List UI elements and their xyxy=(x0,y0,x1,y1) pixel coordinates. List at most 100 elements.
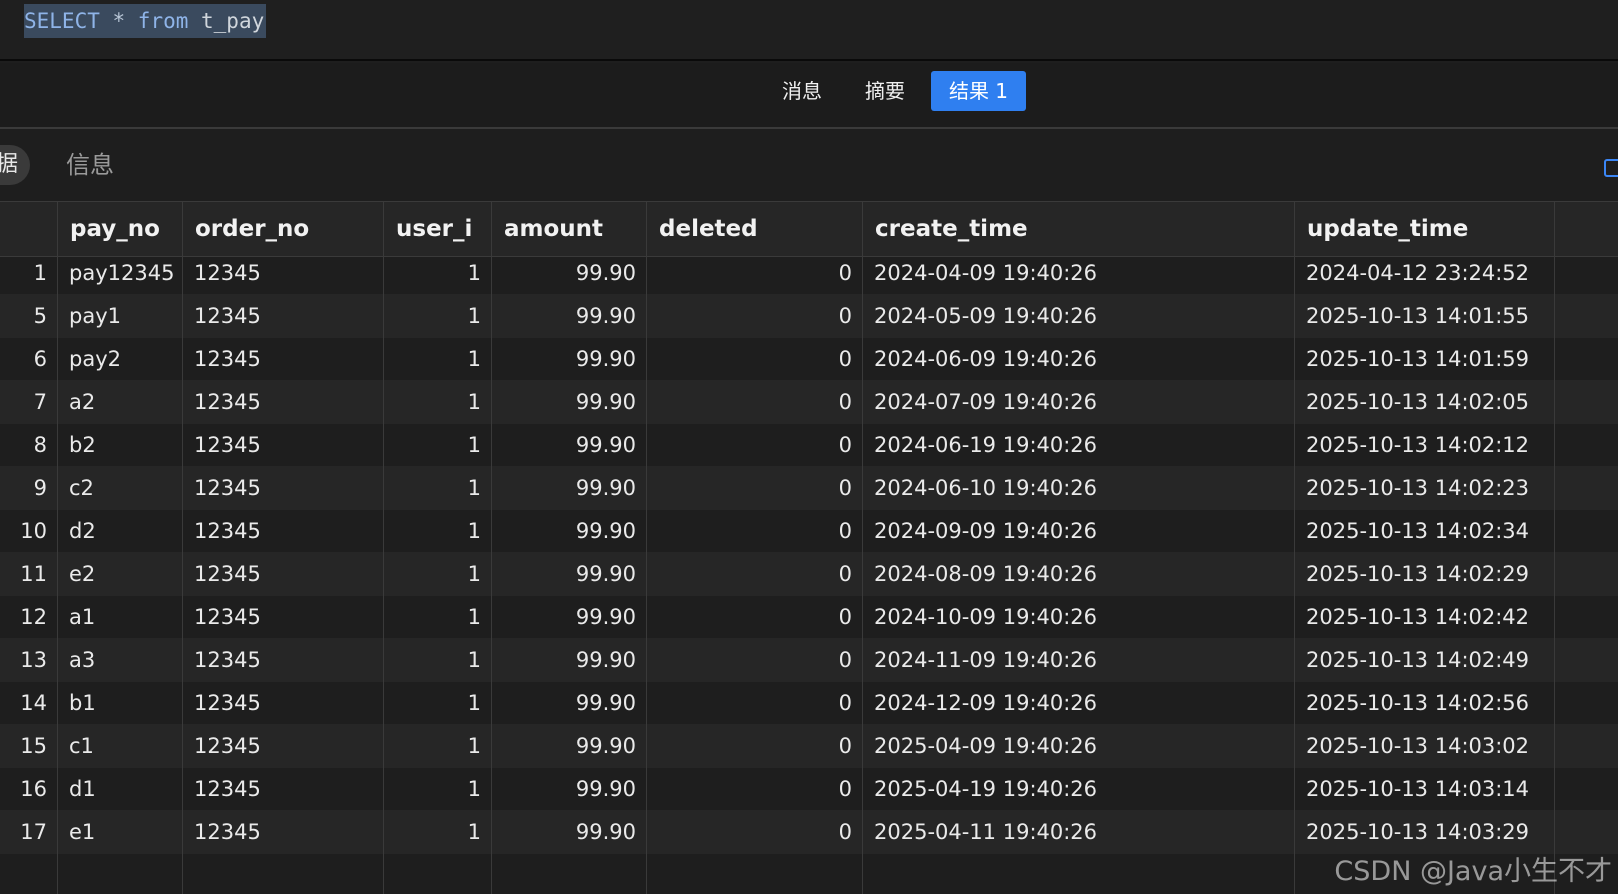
tab-messages[interactable]: 消息 xyxy=(770,71,834,111)
cell-create-time[interactable]: 2024-12-09 19:40:26 xyxy=(862,681,1294,725)
cell-order-no[interactable]: 12345 xyxy=(182,810,383,854)
cell-pay-no[interactable]: pay2 xyxy=(57,337,182,381)
cell-amount[interactable]: 99.90 xyxy=(491,251,646,295)
cell-order-no[interactable]: 12345 xyxy=(182,509,383,553)
cell-create-time[interactable]: 2024-07-09 19:40:26 xyxy=(862,380,1294,424)
cell-update-time[interactable]: 2025-10-13 14:02:23 xyxy=(1294,466,1554,510)
cell-pay-no[interactable]: pay12345 xyxy=(57,251,182,295)
tab-summary[interactable]: 摘要 xyxy=(853,71,917,111)
table-row[interactable]: 12 a1 12345 1 99.90 0 2024-10-09 19:40:26 2025-… xyxy=(0,595,1618,639)
cell-amount[interactable]: 99.90 xyxy=(491,552,646,596)
cell-order-no[interactable]: 12345 xyxy=(182,595,383,639)
column-header-user-id[interactable]: user_i xyxy=(383,202,491,257)
column-divider[interactable] xyxy=(862,202,863,894)
cell-row-number[interactable]: 12 xyxy=(0,595,57,639)
table-row[interactable]: 9 c2 12345 1 99.90 0 2024-06-10 19:40:26 2025-1… xyxy=(0,466,1618,510)
cell-user-id[interactable]: 1 xyxy=(383,681,491,725)
cell-order-no[interactable]: 12345 xyxy=(182,638,383,682)
cell-user-id[interactable]: 1 xyxy=(383,337,491,381)
column-divider[interactable] xyxy=(1554,202,1555,894)
cell-row-number[interactable]: 10 xyxy=(0,509,57,553)
cell-amount[interactable]: 99.90 xyxy=(491,380,646,424)
cell-amount[interactable]: 99.90 xyxy=(491,724,646,768)
cell-deleted[interactable]: 0 xyxy=(646,466,862,510)
table-row[interactable]: 5 pay1 12345 1 99.90 0 2024-05-09 19:40:26 2025… xyxy=(0,294,1618,338)
column-divider[interactable] xyxy=(646,202,647,894)
cell-deleted[interactable]: 0 xyxy=(646,423,862,467)
cell-create-time[interactable]: 2024-10-09 19:40:26 xyxy=(862,595,1294,639)
cell-order-no[interactable]: 12345 xyxy=(182,681,383,725)
cell-create-time[interactable]: 2024-08-09 19:40:26 xyxy=(862,552,1294,596)
cell-create-time[interactable]: 2024-11-09 19:40:26 xyxy=(862,638,1294,682)
cell-create-time[interactable]: 2025-04-09 19:40:26 xyxy=(862,724,1294,768)
cell-pay-no[interactable]: e2 xyxy=(57,552,182,596)
column-header-amount[interactable]: amount xyxy=(491,202,646,257)
cell-order-no[interactable]: 12345 xyxy=(182,767,383,811)
cell-order-no[interactable]: 12345 xyxy=(182,251,383,295)
cell-update-time[interactable]: 2025-10-13 14:02:42 xyxy=(1294,595,1554,639)
cell-update-time[interactable]: 2025-10-13 14:03:14 xyxy=(1294,767,1554,811)
cell-pay-no[interactable]: b2 xyxy=(57,423,182,467)
cell-deleted[interactable]: 0 xyxy=(646,552,862,596)
cell-user-id[interactable]: 1 xyxy=(383,509,491,553)
cell-row-number[interactable]: 17 xyxy=(0,810,57,854)
column-header-pay-no[interactable]: pay_no xyxy=(57,202,182,257)
cell-create-time[interactable]: 2025-04-19 19:40:26 xyxy=(862,767,1294,811)
column-divider[interactable] xyxy=(383,202,384,894)
cell-update-time[interactable]: 2025-10-13 14:02:29 xyxy=(1294,552,1554,596)
column-header-create-time[interactable]: create_time xyxy=(862,202,1294,257)
cell-amount[interactable]: 99.90 xyxy=(491,767,646,811)
cell-update-time[interactable]: 2025-10-13 14:01:59 xyxy=(1294,337,1554,381)
cell-order-no[interactable]: 12345 xyxy=(182,724,383,768)
cell-pay-no[interactable]: c1 xyxy=(57,724,182,768)
cell-deleted[interactable]: 0 xyxy=(646,767,862,811)
cell-row-number[interactable]: 11 xyxy=(0,552,57,596)
cell-amount[interactable]: 99.90 xyxy=(491,681,646,725)
cell-row-number[interactable]: 5 xyxy=(0,294,57,338)
cell-row-number[interactable]: 6 xyxy=(0,337,57,381)
tab-info[interactable]: 信息 xyxy=(66,145,114,185)
column-divider[interactable] xyxy=(57,202,58,894)
cell-deleted[interactable]: 0 xyxy=(646,681,862,725)
cell-pay-no[interactable]: a3 xyxy=(57,638,182,682)
cell-pay-no[interactable]: d1 xyxy=(57,767,182,811)
column-divider[interactable] xyxy=(491,202,492,894)
cell-row-number[interactable]: 7 xyxy=(0,380,57,424)
cell-amount[interactable]: 99.90 xyxy=(491,337,646,381)
cell-update-time[interactable]: 2025-10-13 14:02:05 xyxy=(1294,380,1554,424)
cell-deleted[interactable]: 0 xyxy=(646,337,862,381)
cell-pay-no[interactable]: e1 xyxy=(57,810,182,854)
table-row[interactable]: 14 b1 12345 1 99.90 0 2024-12-09 19:40:26 2025-… xyxy=(0,681,1618,725)
cell-update-time[interactable]: 2025-10-13 14:02:49 xyxy=(1294,638,1554,682)
table-row[interactable]: 13 a3 12345 1 99.90 0 2024-11-09 19:40:26 2025-… xyxy=(0,638,1618,682)
cell-update-time[interactable]: 2025-10-13 14:01:55 xyxy=(1294,294,1554,338)
cell-create-time[interactable]: 2024-06-09 19:40:26 xyxy=(862,337,1294,381)
cell-pay-no[interactable]: c2 xyxy=(57,466,182,510)
table-row[interactable]: 11 e2 12345 1 99.90 0 2024-08-09 19:40:26 2025-… xyxy=(0,552,1618,596)
cell-user-id[interactable]: 1 xyxy=(383,638,491,682)
cell-create-time[interactable]: 2024-06-19 19:40:26 xyxy=(862,423,1294,467)
result-grid[interactable]: 1 pay12345 12345 1 99.90 0 2024-04-09 19:40:26… xyxy=(0,202,1618,894)
cell-row-number[interactable]: 14 xyxy=(0,681,57,725)
cell-create-time[interactable]: 2024-04-09 19:40:26 xyxy=(862,251,1294,295)
cell-deleted[interactable]: 0 xyxy=(646,251,862,295)
table-row[interactable]: 17 e1 12345 1 99.90 0 2025-04-11 19:40:26 2025-… xyxy=(0,810,1618,854)
cell-deleted[interactable]: 0 xyxy=(646,724,862,768)
cell-amount[interactable]: 99.90 xyxy=(491,509,646,553)
column-divider[interactable] xyxy=(1294,202,1295,894)
cell-order-no[interactable]: 12345 xyxy=(182,380,383,424)
column-divider[interactable] xyxy=(182,202,183,894)
cell-deleted[interactable]: 0 xyxy=(646,810,862,854)
table-row[interactable]: 16 d1 12345 1 99.90 0 2025-04-19 19:40:26 2025-… xyxy=(0,767,1618,811)
cell-amount[interactable]: 99.90 xyxy=(491,810,646,854)
cell-amount[interactable]: 99.90 xyxy=(491,595,646,639)
cell-user-id[interactable]: 1 xyxy=(383,595,491,639)
cell-create-time[interactable]: 2024-05-09 19:40:26 xyxy=(862,294,1294,338)
cell-amount[interactable]: 99.90 xyxy=(491,423,646,467)
cell-order-no[interactable]: 12345 xyxy=(182,294,383,338)
table-row[interactable]: 8 b2 12345 1 99.90 0 2024-06-19 19:40:26 2025-1… xyxy=(0,423,1618,467)
cell-order-no[interactable]: 12345 xyxy=(182,423,383,467)
cell-deleted[interactable]: 0 xyxy=(646,509,862,553)
sql-editor[interactable]: SELECT * from t_pay xyxy=(0,0,1618,61)
cell-order-no[interactable]: 12345 xyxy=(182,552,383,596)
